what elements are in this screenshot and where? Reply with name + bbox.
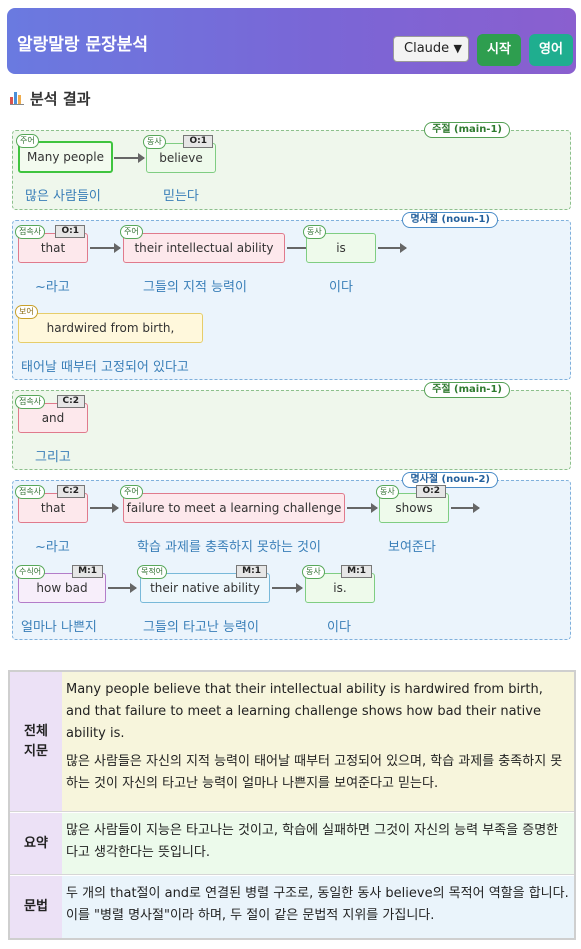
translation-text: 학습 과제를 충족하지 못하는 것이 bbox=[137, 540, 321, 555]
link-code: O:2 bbox=[416, 485, 446, 498]
link-code: C:2 bbox=[56, 485, 85, 498]
word-chip[interactable]: 보어 hardwired from birth, bbox=[15, 305, 203, 343]
word-text: their native ability bbox=[150, 581, 260, 595]
section-title-text: 분석 결과 bbox=[30, 90, 91, 108]
role-badge: 동사 bbox=[376, 485, 399, 499]
translation-text: 그들의 지적 능력이 bbox=[143, 280, 247, 295]
translation-text: 이다 bbox=[329, 280, 353, 295]
clause-noun-2: 명사절 (noun-2) 접속사 C:2 that 주어 failure to … bbox=[12, 472, 571, 640]
link-code: M:1 bbox=[341, 565, 372, 578]
role-badge: 주어 bbox=[120, 485, 143, 499]
word-text: failure to meet a learning challenge bbox=[126, 501, 342, 515]
word-text: Many people bbox=[27, 150, 104, 164]
full-text-korean: 많은 사람들은 자신의 지적 능력이 태어날 때부터 고정되어 있으며, 학습 … bbox=[66, 754, 563, 791]
clause-tag: 명사절 (noun-1) bbox=[402, 212, 498, 228]
summary-table: 전체 지문 Many people believe that their int… bbox=[8, 670, 576, 940]
role-badge: 동사 bbox=[143, 135, 166, 149]
word-chip[interactable]: 동사 M:1 is. bbox=[302, 565, 375, 603]
translation-text: ~라고 bbox=[35, 280, 70, 295]
word-chip[interactable]: 접속사 C:2 that bbox=[15, 485, 88, 523]
role-badge: 동사 bbox=[302, 565, 325, 579]
link-code: O:1 bbox=[183, 135, 213, 148]
word-text: how bad bbox=[36, 581, 88, 595]
link-arrow bbox=[90, 503, 119, 513]
row-label: 요약 bbox=[10, 813, 62, 874]
translation-text: 태어날 때부터 고정되어 있다고 bbox=[21, 360, 189, 375]
table-row-grammar: 문법 두 개의 that절이 and로 연결된 병렬 구조로, 동일한 동사 b… bbox=[10, 876, 574, 938]
translation-text: 얼마나 나쁜지 bbox=[21, 620, 97, 635]
section-title: 분석 결과 bbox=[10, 88, 90, 109]
word-text: that bbox=[40, 241, 66, 255]
word-chip[interactable]: 주어 failure to meet a learning challenge bbox=[120, 485, 345, 523]
bar-chart-icon bbox=[10, 91, 24, 105]
word-chip[interactable]: 주어 Many people bbox=[16, 134, 113, 173]
link-arrow bbox=[378, 243, 407, 253]
word-text: believe bbox=[159, 151, 203, 165]
word-chip[interactable]: 접속사 C:2 and bbox=[15, 395, 88, 433]
translation-text: 이다 bbox=[327, 620, 351, 635]
word-text: their intellectual ability bbox=[134, 241, 274, 255]
link-code: O:1 bbox=[55, 225, 85, 238]
link-arrow bbox=[108, 583, 137, 593]
translation-text: 그들의 타고난 능력이 bbox=[143, 620, 259, 635]
clause-tag: 주절 (main-1) bbox=[424, 382, 510, 398]
clause-main-1: 주절 (main-1) 주어 Many people 동사 O:1 believ… bbox=[12, 122, 571, 210]
role-badge: 동사 bbox=[303, 225, 326, 239]
word-chip[interactable]: 동사 O:1 believe bbox=[143, 135, 216, 173]
word-chip[interactable]: 수식어 M:1 how bad bbox=[15, 565, 106, 603]
full-text-english: Many people believe that their intellect… bbox=[66, 682, 543, 741]
app-header: 알랑말랑 문장분석 Claude ▼ 시작 영어 bbox=[7, 8, 576, 74]
word-chip[interactable]: 동사 is bbox=[303, 225, 376, 263]
clause-main-1-conjunction: 주절 (main-1) 접속사 C:2 and 그리고 bbox=[12, 382, 571, 470]
word-chip[interactable]: 접속사 O:1 that bbox=[15, 225, 88, 263]
row-content: 많은 사람들이 지능은 타고나는 것이고, 학습에 실패하면 그것이 자신의 능… bbox=[66, 823, 559, 860]
link-code: M:1 bbox=[72, 565, 103, 578]
word-text: is. bbox=[333, 581, 347, 595]
start-button[interactable]: 시작 bbox=[477, 34, 521, 66]
app-title: 알랑말랑 문장분석 bbox=[17, 35, 149, 55]
word-chip[interactable]: 주어 their intellectual ability bbox=[120, 225, 285, 263]
word-text: is bbox=[336, 241, 346, 255]
role-badge: 목적어 bbox=[137, 565, 168, 579]
table-row-summary: 요약 많은 사람들이 지능은 타고나는 것이고, 학습에 실패하면 그것이 자신… bbox=[10, 813, 574, 875]
row-label: 전체 지문 bbox=[10, 672, 62, 811]
row-label: 문법 bbox=[10, 876, 62, 938]
role-badge: 주어 bbox=[120, 225, 143, 239]
link-code: C:2 bbox=[56, 395, 85, 408]
translation-text: 믿는다 bbox=[163, 189, 199, 204]
english-button[interactable]: 영어 bbox=[529, 34, 573, 66]
translation-text: 많은 사람들이 bbox=[25, 189, 101, 204]
role-badge: 수식어 bbox=[15, 565, 46, 579]
link-code: M:1 bbox=[236, 565, 267, 578]
role-badge: 접속사 bbox=[15, 395, 46, 409]
word-text: and bbox=[41, 411, 65, 425]
translation-text: 그리고 bbox=[35, 450, 71, 465]
row-content: Many people believe that their intellect… bbox=[62, 672, 574, 811]
word-chip[interactable]: 목적어 M:1 their native ability bbox=[137, 565, 270, 603]
role-badge: 접속사 bbox=[15, 485, 46, 499]
model-select-value: Claude bbox=[404, 41, 450, 56]
link-arrow bbox=[114, 153, 145, 163]
table-row-full-text: 전체 지문 Many people believe that their int… bbox=[10, 672, 574, 812]
role-badge: 보어 bbox=[15, 305, 38, 319]
clause-tag: 주절 (main-1) bbox=[424, 122, 510, 138]
link-arrow bbox=[347, 503, 378, 513]
row-content: 두 개의 that절이 and로 연결된 병렬 구조로, 동일한 동사 beli… bbox=[66, 886, 569, 923]
model-select[interactable]: Claude ▼ bbox=[393, 36, 469, 62]
link-arrow bbox=[272, 583, 303, 593]
word-chip[interactable]: 동사 O:2 shows bbox=[376, 485, 449, 523]
link-arrow bbox=[90, 243, 121, 253]
word-text: that bbox=[40, 501, 66, 515]
clause-noun-1: 명사절 (noun-1) 접속사 O:1 that 주어 their intel… bbox=[12, 212, 571, 380]
link-arrow bbox=[451, 503, 480, 513]
role-badge: 주어 bbox=[16, 134, 39, 148]
translation-text: ~라고 bbox=[35, 540, 70, 555]
translation-text: 보여준다 bbox=[388, 540, 436, 555]
role-badge: 접속사 bbox=[15, 225, 46, 239]
word-text: hardwired from birth, bbox=[46, 321, 175, 335]
word-text: shows bbox=[395, 501, 433, 515]
chevron-down-icon: ▼ bbox=[453, 42, 462, 55]
